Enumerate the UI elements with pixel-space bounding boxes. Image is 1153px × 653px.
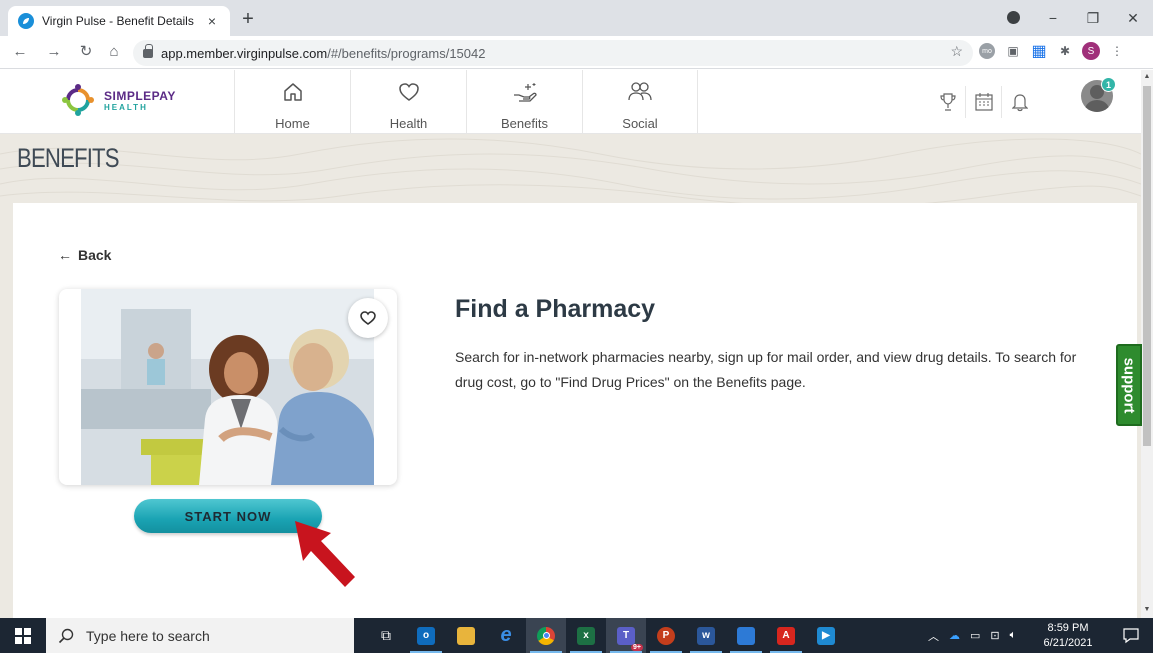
simplepay-logo[interactable]: SIMPLEPAY HEALTH: [60, 82, 176, 118]
acrobat-icon[interactable]: A: [766, 618, 806, 653]
task-view-icon[interactable]: ⧉: [366, 618, 406, 653]
network-icon[interactable]: ⊡: [990, 629, 999, 642]
nav-benefits-label: Benefits: [501, 116, 548, 131]
chrome-icon[interactable]: [526, 618, 566, 653]
windows-start-button[interactable]: [0, 618, 46, 653]
extensions-puzzle-icon[interactable]: ✱: [1056, 42, 1074, 60]
heart-icon: [398, 80, 420, 104]
search-icon: [58, 628, 74, 643]
url-path: /#/benefits/programs/15042: [327, 45, 486, 61]
restore-button[interactable]: ❐: [1073, 10, 1113, 27]
tab-title: Virgin Pulse - Benefit Details: [42, 14, 194, 28]
home-browser-icon[interactable]: ⌂: [104, 42, 124, 62]
taskbar-search[interactable]: Type here to search: [46, 618, 354, 653]
edge-legacy-icon[interactable]: e: [486, 618, 526, 653]
scroll-down-arrow-icon[interactable]: ▼: [1143, 606, 1151, 614]
bell-icon[interactable]: [1002, 86, 1038, 118]
profile-avatar[interactable]: S: [1082, 42, 1100, 60]
clock-time: 8:59 PM: [1047, 622, 1089, 634]
program-title: Find a Pharmacy: [455, 295, 656, 323]
calendar-icon[interactable]: [966, 86, 1002, 118]
url-host: app.member.virginpulse.com: [161, 45, 328, 61]
page-scrollbar[interactable]: ▲ ▼: [1141, 70, 1153, 618]
back-link[interactable]: ← Back: [58, 247, 111, 263]
browser-tab-strip: Virgin Pulse - Benefit Details × + − ❐ ✕: [0, 0, 1153, 36]
nav-social-label: Social: [622, 116, 658, 131]
nav-health[interactable]: Health: [350, 70, 466, 134]
forward-arrow-icon[interactable]: →: [44, 42, 64, 62]
address-bar[interactable]: app.member.virginpulse.com /#/benefits/p…: [133, 40, 973, 66]
tray-chevron-icon[interactable]: ︿: [928, 628, 939, 644]
taskbar-apps: ⧉ o e x T 9+ P w A ▶: [366, 618, 846, 653]
nav-social[interactable]: Social: [582, 70, 698, 134]
simplepay-logo-mark-icon: [60, 82, 96, 118]
notification-badge: 1: [1101, 77, 1116, 92]
action-center-icon[interactable]: [1122, 626, 1140, 644]
scroll-up-arrow-icon[interactable]: ▲: [1143, 73, 1151, 81]
home-icon: [282, 80, 304, 104]
minimize-button[interactable]: −: [1033, 10, 1073, 26]
browser-tab[interactable]: Virgin Pulse - Benefit Details ×: [8, 6, 230, 36]
taskbar-clock[interactable]: 8:59 PM 6/21/2021: [1040, 621, 1096, 651]
red-pointer-arrow-icon: [293, 519, 359, 594]
back-label: Back: [78, 247, 112, 263]
virgin-pulse-favicon-icon: [18, 13, 34, 29]
program-card: ← Back START NOW Find a Pharmacy Search …: [13, 203, 1137, 618]
logo-subtitle: HEALTH: [104, 102, 148, 112]
favorite-button[interactable]: [348, 298, 388, 338]
reload-icon[interactable]: ↻: [76, 42, 96, 62]
header-icons: [930, 86, 1038, 118]
extension-grid-icon[interactable]: ▦: [1030, 42, 1048, 60]
new-tab-button[interactable]: +: [236, 8, 260, 32]
page-title: BENEFITS: [17, 143, 120, 173]
nav-home[interactable]: Home: [234, 70, 350, 134]
program-image-card: [59, 289, 397, 485]
scroll-thumb[interactable]: [1143, 86, 1151, 446]
word-icon[interactable]: w: [686, 618, 726, 653]
tab-close-button[interactable]: ×: [204, 13, 220, 29]
windows-taskbar: Type here to search ⧉ o e x T 9+ P w A ▶ …: [0, 618, 1153, 653]
support-label: support: [1120, 357, 1138, 413]
photos-icon[interactable]: [726, 618, 766, 653]
browser-toolbar: ← → ↻ ⌂ app.member.virginpulse.com /#/be…: [0, 36, 1153, 69]
teams-icon[interactable]: T 9+: [606, 618, 646, 653]
media-player-icon[interactable]: ▶: [806, 618, 846, 653]
pharmacist-photo: [81, 289, 374, 485]
profile-dot-icon[interactable]: [1007, 11, 1020, 24]
program-description: Search for in-network pharmacies nearby,…: [455, 349, 1077, 390]
app-header: SIMPLEPAY HEALTH Home Health Benefits So…: [0, 70, 1141, 134]
lock-icon: [143, 43, 153, 58]
people-icon: [627, 80, 653, 104]
extension-icons: mo ▣ ▦ ✱ S ⋮: [978, 42, 1126, 60]
taskbar-search-placeholder: Type here to search: [86, 627, 210, 644]
extension-mo-icon[interactable]: mo: [978, 42, 996, 60]
back-arrow-icon: ←: [58, 247, 72, 263]
excel-icon[interactable]: x: [566, 618, 606, 653]
nav-home-label: Home: [275, 116, 310, 131]
hand-sparkle-icon: [512, 80, 538, 104]
bookmark-star-icon[interactable]: ☆: [950, 43, 963, 60]
support-tab[interactable]: support: [1116, 344, 1142, 426]
onedrive-icon[interactable]: ☁: [949, 629, 960, 642]
trophy-icon[interactable]: [930, 86, 966, 118]
main-nav: Home Health Benefits Social: [234, 70, 698, 134]
heart-outline-icon: [360, 311, 376, 325]
back-arrow-icon[interactable]: ←: [10, 42, 30, 62]
nav-health-label: Health: [389, 116, 428, 131]
system-tray: ︿ ☁ ▭ ⊡ 🔈︎: [928, 618, 1016, 653]
battery-icon[interactable]: ▭: [970, 629, 980, 642]
outlook-icon[interactable]: o: [406, 618, 446, 653]
nav-benefits[interactable]: Benefits: [466, 70, 582, 134]
windows-logo-icon: [15, 627, 31, 644]
logo-name: SIMPLEPAY: [104, 88, 176, 103]
clock-date: 6/21/2021: [1043, 637, 1093, 649]
browser-menu-icon[interactable]: ⋮: [1108, 42, 1126, 60]
extension-reader-icon[interactable]: ▣: [1004, 42, 1022, 60]
close-window-button[interactable]: ✕: [1113, 10, 1153, 27]
file-explorer-icon[interactable]: [446, 618, 486, 653]
volume-icon[interactable]: 🔈︎: [1010, 629, 1017, 642]
window-controls: − ❐ ✕: [1033, 0, 1153, 36]
powerpoint-icon[interactable]: P: [646, 618, 686, 653]
